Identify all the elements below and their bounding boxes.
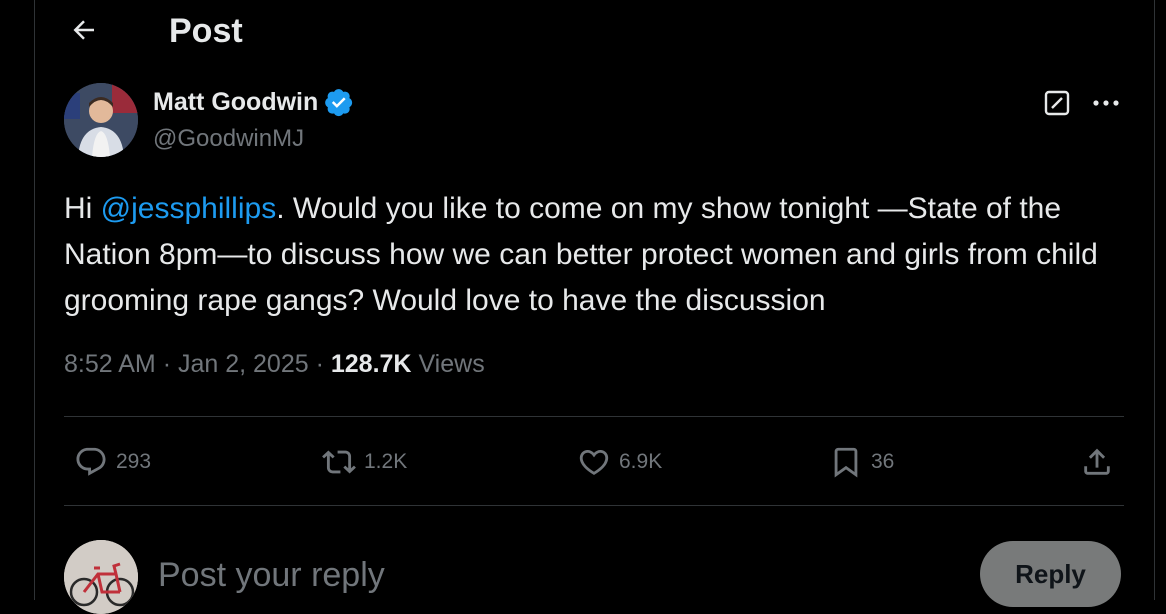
right-column-border [1154, 0, 1155, 600]
post-date[interactable]: Jan 2, 2025 [178, 350, 309, 378]
post-text: Hi @jessphillips. Would you like to come… [64, 186, 1134, 324]
repost-count: 1.2K [364, 450, 408, 473]
heart-icon [579, 449, 609, 475]
author-name[interactable]: Matt Goodwin [153, 87, 354, 117]
meta-separator: · [315, 350, 324, 378]
verified-badge-icon [325, 89, 353, 117]
repost-action[interactable]: 1.2K [322, 440, 407, 484]
left-column-border [34, 0, 35, 600]
header-bar: Post [34, 0, 1154, 62]
grok-icon [1044, 90, 1070, 116]
views-label: Views [418, 350, 485, 378]
author-photo-icon [64, 83, 138, 157]
page-title: Post [169, 12, 243, 50]
reply-icon [76, 447, 106, 476]
views-count: 128.7K [330, 350, 412, 378]
more-horizontal-icon [1093, 100, 1119, 106]
back-arrow-icon [73, 20, 94, 40]
share-icon [1084, 448, 1110, 475]
bookmark-action[interactable]: 36 [829, 440, 894, 484]
author-handle[interactable]: @GoodwinMJ [153, 125, 304, 153]
author-name-text: Matt Goodwin [153, 87, 319, 116]
post-metadata: 8:52 AM · Jan 2, 2025 · 128.7K Views [64, 350, 485, 379]
user-photo-icon [64, 540, 138, 614]
reply-button[interactable]: Reply [980, 541, 1121, 607]
user-avatar[interactable] [64, 540, 138, 614]
bookmark-count: 36 [871, 450, 895, 473]
post-greeting: Hi [64, 192, 101, 225]
bookmark-icon [834, 447, 858, 478]
divider-top [64, 416, 1124, 417]
mention-link[interactable]: @jessphillips [101, 192, 277, 225]
repost-icon [322, 450, 356, 474]
meta-separator: · [162, 350, 172, 378]
grok-button[interactable] [1041, 87, 1073, 119]
like-count: 6.9K [619, 450, 663, 473]
more-options-button[interactable] [1088, 87, 1124, 119]
like-action[interactable]: 6.9K [577, 440, 662, 484]
reply-count: 293 [116, 450, 152, 473]
post-time[interactable]: 8:52 AM [64, 350, 156, 378]
divider-bottom [64, 505, 1124, 506]
author-avatar[interactable] [64, 83, 138, 157]
share-action[interactable] [1080, 440, 1114, 484]
back-button[interactable] [64, 10, 104, 50]
reply-input[interactable] [158, 550, 938, 600]
reply-action[interactable]: 293 [74, 440, 151, 484]
